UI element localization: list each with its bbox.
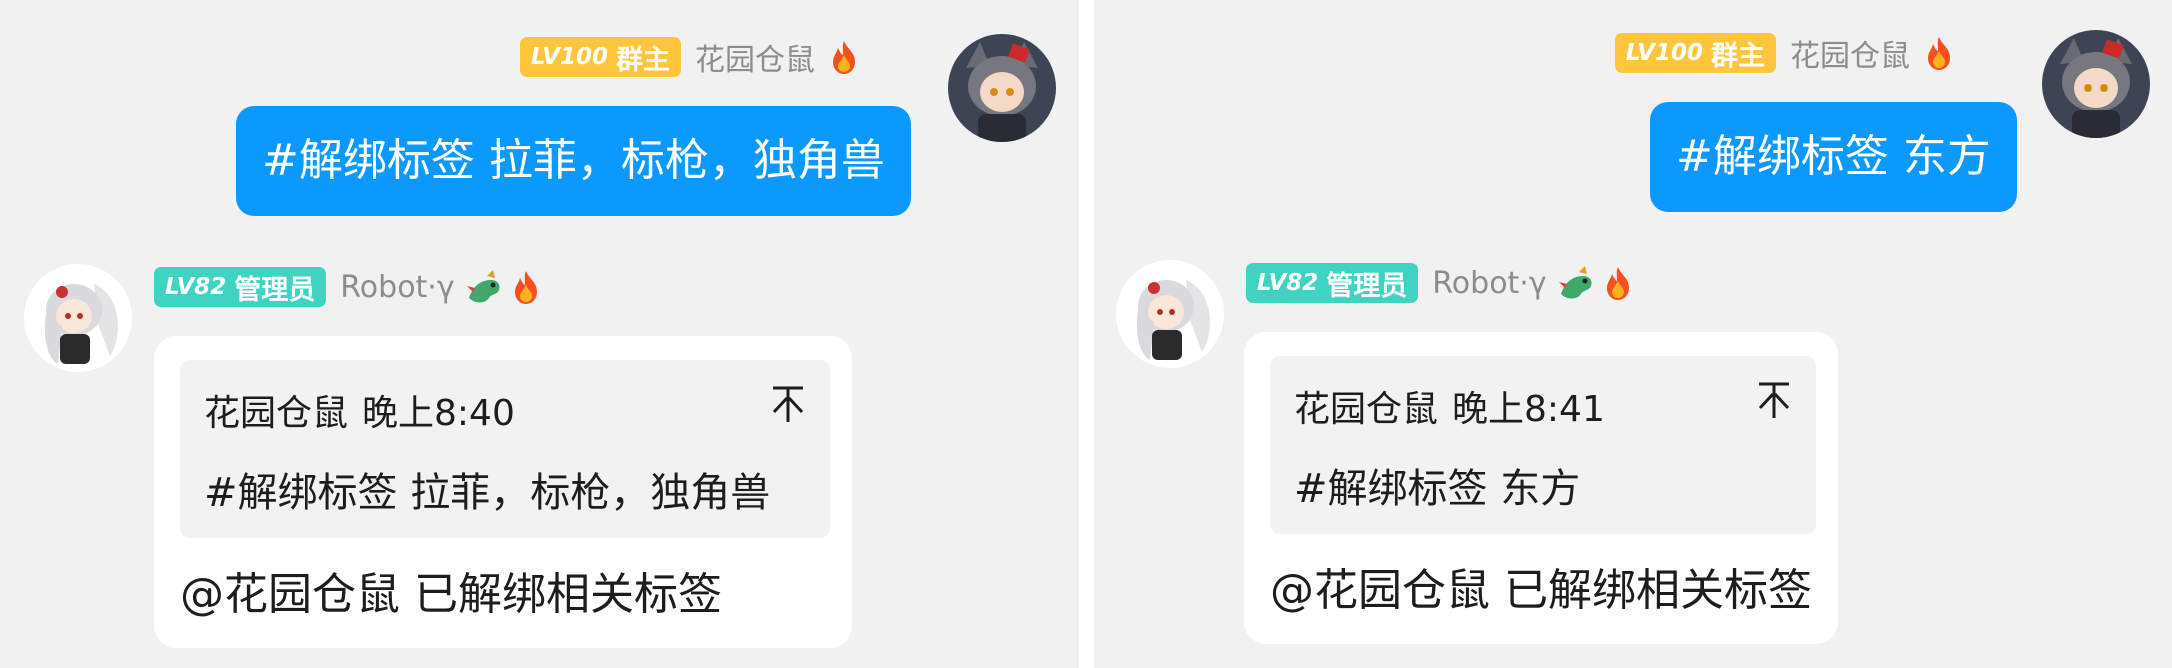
dragon-icon: [465, 268, 503, 306]
quote-time: 晚上8:41: [1452, 389, 1605, 430]
sender-message-bubble[interactable]: #解绑标签 东方: [1650, 102, 2017, 212]
bot-message-bubble[interactable]: 花园仓鼠 晚上8:41 #解绑标签 东方 @花园仓鼠 已解绑相关标签: [1244, 332, 1838, 644]
quote-author: 花园仓鼠: [204, 393, 349, 434]
fire-icon: [507, 268, 545, 306]
quoted-message[interactable]: 花园仓鼠 晚上8:41 #解绑标签 东方: [1270, 356, 1816, 534]
owner-badge: LV100 群主: [1614, 33, 1776, 73]
badge-role: 群主: [616, 44, 670, 76]
fire-icon: [1920, 34, 1958, 72]
badge-role: 管理员: [234, 274, 316, 306]
quote-header: 花园仓鼠 晚上8:40: [204, 384, 515, 436]
sender-nickname[interactable]: 花园仓鼠: [695, 35, 815, 79]
admin-badge: LV82 管理员: [154, 267, 327, 307]
owner-badge: LV100 群主: [519, 37, 681, 77]
bot-nickname[interactable]: Robot·γ: [1432, 266, 1546, 301]
chat-panel-right: LV100 群主 花园仓鼠 #解绑标签 东方 LV82 管理员 Robot·γ …: [1094, 0, 2172, 668]
sender-message-text: #解绑标签 东方: [1676, 131, 1991, 182]
pin-icon[interactable]: [770, 384, 806, 424]
badge-level: LV82: [1257, 270, 1319, 296]
quote-author: 花园仓鼠: [1294, 389, 1439, 430]
badge-level: LV100: [1625, 40, 1703, 66]
badge-role: 群主: [1711, 40, 1765, 72]
bot-message-bubble[interactable]: 花园仓鼠 晚上8:40 #解绑标签 拉菲，标枪，独角兽 @花园仓鼠 已解绑相关标签: [154, 336, 852, 648]
bot-avatar[interactable]: [24, 264, 132, 372]
fire-icon: [1599, 264, 1637, 302]
bot-avatar[interactable]: [1116, 260, 1224, 368]
bot-nickname[interactable]: Robot·γ: [340, 270, 454, 305]
sender-message-text: #解绑标签 拉菲，标枪，独角兽: [262, 135, 885, 186]
quoted-message[interactable]: 花园仓鼠 晚上8:40 #解绑标签 拉菲，标枪，独角兽: [180, 360, 830, 538]
sender-nickname[interactable]: 花园仓鼠: [1790, 31, 1910, 75]
admin-badge: LV82 管理员: [1246, 263, 1419, 303]
badge-role: 管理员: [1326, 270, 1408, 302]
sender-avatar[interactable]: [2042, 30, 2150, 138]
bot-reply-text: @花园仓鼠 已解绑相关标签: [180, 569, 722, 620]
quote-text: #解绑标签 东方: [1294, 466, 1581, 512]
fire-icon: [825, 38, 863, 76]
quote-time: 晚上8:40: [362, 393, 515, 434]
bot-reply-text: @花园仓鼠 已解绑相关标签: [1270, 565, 1812, 616]
sender-avatar[interactable]: [948, 34, 1056, 142]
quote-header: 花园仓鼠 晚上8:41: [1294, 380, 1605, 432]
sender-meta: LV100 群主 花园仓鼠: [519, 34, 863, 80]
badge-level: LV82: [165, 274, 227, 300]
bot-meta: LV82 管理员 Robot·γ: [1246, 260, 1637, 306]
chat-panel-left: LV100 群主 花园仓鼠 #解绑标签 拉菲，标枪，独角兽 LV82 管理员 R…: [0, 0, 1079, 668]
quote-text: #解绑标签 拉菲，标枪，独角兽: [204, 470, 771, 516]
sender-meta: LV100 群主 花园仓鼠: [1614, 30, 1958, 76]
pin-icon[interactable]: [1756, 380, 1792, 420]
bot-meta: LV82 管理员 Robot·γ: [154, 264, 545, 310]
badge-level: LV100: [530, 44, 608, 70]
sender-message-bubble[interactable]: #解绑标签 拉菲，标枪，独角兽: [236, 106, 911, 216]
dragon-icon: [1557, 264, 1595, 302]
